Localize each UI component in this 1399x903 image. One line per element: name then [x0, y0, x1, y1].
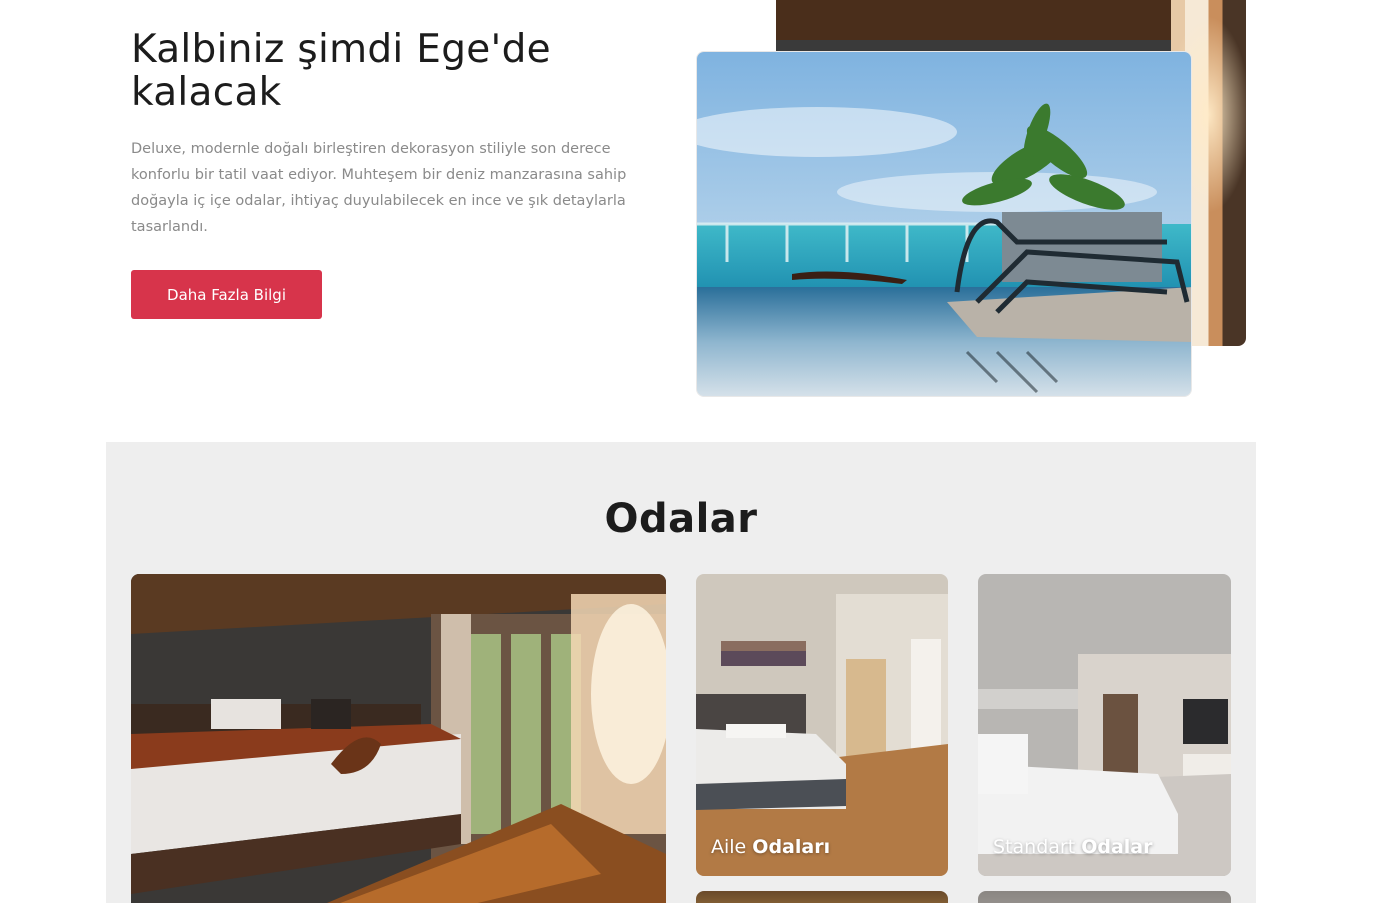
room-card-standart[interactable]: Standart Odalar: [978, 574, 1231, 876]
room-card-aile[interactable]: Aile Odaları: [696, 574, 948, 876]
hero-description: Deluxe, modernle doğalı birleştiren deko…: [131, 141, 627, 235]
card-label-aile: Aile Odaları: [711, 836, 831, 858]
more-info-button[interactable]: Daha Fazla Bilgi: [131, 270, 322, 319]
card-label-standart: Standart Odalar: [993, 836, 1153, 858]
room-card-partial-2[interactable]: [978, 891, 1231, 903]
pool-photo: [696, 51, 1192, 397]
room-card-deluxe[interactable]: [131, 574, 666, 903]
rooms-title: Odalar: [604, 496, 758, 542]
hero-title: Kalbiniz şimdi Ege'de kalacak: [131, 27, 551, 115]
room-card-partial-1[interactable]: [696, 891, 948, 903]
